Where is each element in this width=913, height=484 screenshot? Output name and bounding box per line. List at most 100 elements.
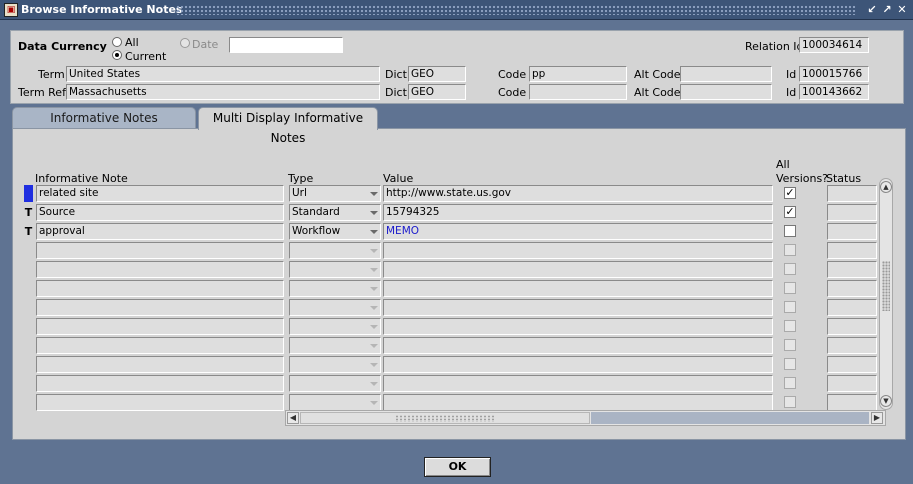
all-versions-checkbox[interactable] xyxy=(784,377,796,389)
date-input[interactable] xyxy=(229,37,343,53)
value-cell[interactable]: http://www.state.us.gov xyxy=(383,185,773,202)
value-cell[interactable] xyxy=(383,280,773,297)
chevron-down-icon[interactable] xyxy=(370,344,378,348)
note-cell[interactable] xyxy=(36,242,284,259)
all-versions-checkbox[interactable] xyxy=(784,244,796,256)
status-cell[interactable] xyxy=(827,318,877,335)
chevron-down-icon[interactable] xyxy=(370,401,378,405)
scroll-right-icon[interactable]: ▶ xyxy=(871,412,883,424)
status-cell[interactable] xyxy=(827,375,877,392)
minimize-icon[interactable]: ↙ xyxy=(865,3,879,17)
tab-multi-display-informative-notes[interactable]: Multi Display Informative Notes xyxy=(198,107,378,145)
radio-date[interactable] xyxy=(180,38,190,48)
type-combo[interactable] xyxy=(289,261,381,278)
chevron-down-icon[interactable] xyxy=(370,268,378,272)
note-cell[interactable] xyxy=(36,299,284,316)
type-combo[interactable]: Workflow xyxy=(289,223,381,240)
note-cell[interactable] xyxy=(36,337,284,354)
all-versions-checkbox[interactable] xyxy=(784,396,796,408)
chevron-down-icon[interactable] xyxy=(370,211,378,215)
all-versions-checkbox[interactable] xyxy=(784,358,796,370)
all-versions-checkbox[interactable]: ✓ xyxy=(784,206,796,218)
all-versions-checkbox[interactable] xyxy=(784,282,796,294)
term-field[interactable]: United States xyxy=(66,66,380,82)
status-cell[interactable] xyxy=(827,223,877,240)
type-combo[interactable] xyxy=(289,318,381,335)
horizontal-scrollbar-track[interactable] xyxy=(591,412,869,424)
type-combo[interactable] xyxy=(289,299,381,316)
term-code-field[interactable]: pp xyxy=(529,66,627,82)
value-cell[interactable] xyxy=(383,375,773,392)
type-combo[interactable]: Standard xyxy=(289,204,381,221)
type-combo[interactable] xyxy=(289,337,381,354)
value-cell[interactable] xyxy=(383,242,773,259)
value-cell[interactable] xyxy=(383,261,773,278)
status-cell[interactable] xyxy=(827,242,877,259)
termref-altcode-field[interactable] xyxy=(680,84,772,100)
value-cell[interactable] xyxy=(383,318,773,335)
termref-field[interactable]: Massachusetts xyxy=(66,84,380,100)
all-versions-checkbox[interactable] xyxy=(784,320,796,332)
chevron-down-icon[interactable] xyxy=(370,325,378,329)
note-cell[interactable]: related site xyxy=(36,185,284,202)
note-cell[interactable] xyxy=(36,261,284,278)
chevron-down-icon[interactable] xyxy=(370,306,378,310)
maximize-icon[interactable]: ↗ xyxy=(880,3,894,17)
status-cell[interactable] xyxy=(827,280,877,297)
chevron-down-icon[interactable] xyxy=(370,363,378,367)
note-cell[interactable]: approval xyxy=(36,223,284,240)
all-versions-checkbox[interactable] xyxy=(784,263,796,275)
all-versions-checkbox[interactable] xyxy=(784,301,796,313)
note-cell[interactable] xyxy=(36,356,284,373)
title-bar[interactable]: ▣ Browse Informative Notes ↙ ↗ ✕ xyxy=(0,0,913,20)
tab-informative-notes[interactable]: Informative Notes xyxy=(12,107,196,129)
termref-code-field[interactable] xyxy=(529,84,627,100)
horizontal-scrollbar-thumb[interactable] xyxy=(300,412,590,424)
chevron-down-icon[interactable] xyxy=(370,382,378,386)
status-cell[interactable] xyxy=(827,204,877,221)
type-combo[interactable]: Url xyxy=(289,185,381,202)
close-icon[interactable]: ✕ xyxy=(895,3,909,17)
all-versions-checkbox[interactable] xyxy=(784,225,796,237)
status-cell[interactable] xyxy=(827,185,877,202)
term-altcode-field[interactable] xyxy=(680,66,772,82)
radio-current[interactable] xyxy=(112,50,122,60)
note-cell[interactable] xyxy=(36,375,284,392)
type-combo[interactable] xyxy=(289,375,381,392)
horizontal-scrollbar[interactable]: ◀ ▶ xyxy=(285,410,886,426)
all-versions-checkbox[interactable] xyxy=(784,339,796,351)
status-cell[interactable] xyxy=(827,261,877,278)
term-id-field[interactable]: 100015766 xyxy=(799,66,869,82)
value-cell[interactable]: 15794325 xyxy=(383,204,773,221)
type-combo[interactable] xyxy=(289,242,381,259)
term-dict-field[interactable]: GEO xyxy=(408,66,466,82)
type-combo[interactable] xyxy=(289,280,381,297)
note-cell[interactable]: Source xyxy=(36,204,284,221)
value-cell[interactable] xyxy=(383,337,773,354)
scroll-up-icon[interactable]: ▲ xyxy=(880,181,892,193)
relation-id-field[interactable]: 100034614 xyxy=(799,37,869,53)
vertical-scrollbar-grip[interactable] xyxy=(882,261,890,311)
status-cell[interactable] xyxy=(827,356,877,373)
chevron-down-icon[interactable] xyxy=(370,287,378,291)
chevron-down-icon[interactable] xyxy=(370,192,378,196)
status-cell[interactable] xyxy=(827,337,877,354)
type-combo[interactable] xyxy=(289,394,381,411)
termref-dict-field[interactable]: GEO xyxy=(408,84,466,100)
all-versions-checkbox[interactable]: ✓ xyxy=(784,187,796,199)
radio-all[interactable] xyxy=(112,37,122,47)
value-cell[interactable] xyxy=(383,394,773,411)
note-cell[interactable] xyxy=(36,280,284,297)
scroll-down-icon[interactable]: ▼ xyxy=(880,395,892,407)
status-cell[interactable] xyxy=(827,299,877,316)
note-cell[interactable] xyxy=(36,394,284,411)
chevron-down-icon[interactable] xyxy=(370,230,378,234)
value-cell[interactable] xyxy=(383,299,773,316)
termref-id-field[interactable]: 100143662 xyxy=(799,84,869,100)
type-combo[interactable] xyxy=(289,356,381,373)
scroll-left-icon[interactable]: ◀ xyxy=(287,412,299,424)
ok-button[interactable]: OK xyxy=(424,457,491,477)
value-cell[interactable]: MEMO xyxy=(383,223,773,240)
vertical-scrollbar[interactable]: ▲ ▼ xyxy=(879,178,893,410)
note-cell[interactable] xyxy=(36,318,284,335)
